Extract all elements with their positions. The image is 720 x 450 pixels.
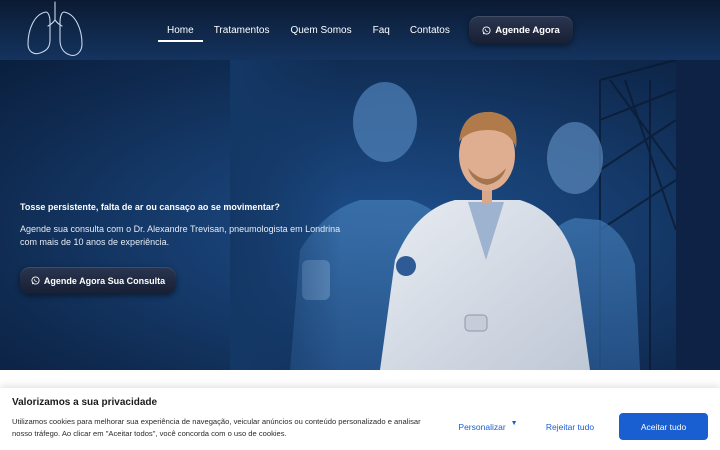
nav-tratamentos[interactable]: Tratamentos	[214, 19, 270, 42]
cookie-title: Valorizamos a sua privacidade	[12, 397, 158, 408]
lungs-outline-icon[interactable]	[22, 0, 88, 60]
hero-headline: Tosse persistente, falta de ar ou cansaç…	[20, 202, 280, 212]
hero-section	[0, 60, 720, 370]
reject-all-button[interactable]: Rejeitar tudo	[532, 413, 608, 440]
caret-down-icon: ▼	[510, 420, 518, 427]
whatsapp-icon	[31, 276, 40, 285]
nav-contatos[interactable]: Contatos	[410, 19, 450, 42]
cookie-banner: Valorizamos a sua privacidade Utilizamos…	[0, 388, 720, 450]
accept-all-button[interactable]: Aceitar tudo	[619, 413, 708, 440]
nav-quem-somos[interactable]: Quem Somos	[290, 19, 351, 42]
hero-description: Agende sua consulta com o Dr. Alexandre …	[20, 224, 341, 247]
nav-home[interactable]: Home	[158, 19, 203, 42]
nav-faq[interactable]: Faq	[373, 19, 390, 42]
cookie-text: Utilizamos cookies para melhorar sua exp…	[12, 417, 421, 438]
doctor-photo-composite	[230, 60, 676, 370]
site-header: Home Tratamentos Quem Somos Faq Contatos…	[0, 0, 720, 60]
personalize-label: Personalizar	[458, 421, 506, 432]
hero-schedule-button[interactable]: Agende Agora Sua Consulta	[20, 267, 176, 294]
hero-right-strip	[676, 60, 720, 370]
whatsapp-icon	[482, 25, 491, 35]
section-divider	[0, 370, 720, 388]
personalize-button[interactable]: Personalizar ▼	[446, 413, 530, 440]
main-nav: Home Tratamentos Quem Somos Faq Contatos	[158, 0, 470, 60]
hero-schedule-label: Agende Agora Sua Consulta	[43, 275, 166, 286]
header-schedule-label: Agende Agora	[495, 24, 560, 36]
header-schedule-button[interactable]: Agende Agora	[469, 16, 573, 44]
